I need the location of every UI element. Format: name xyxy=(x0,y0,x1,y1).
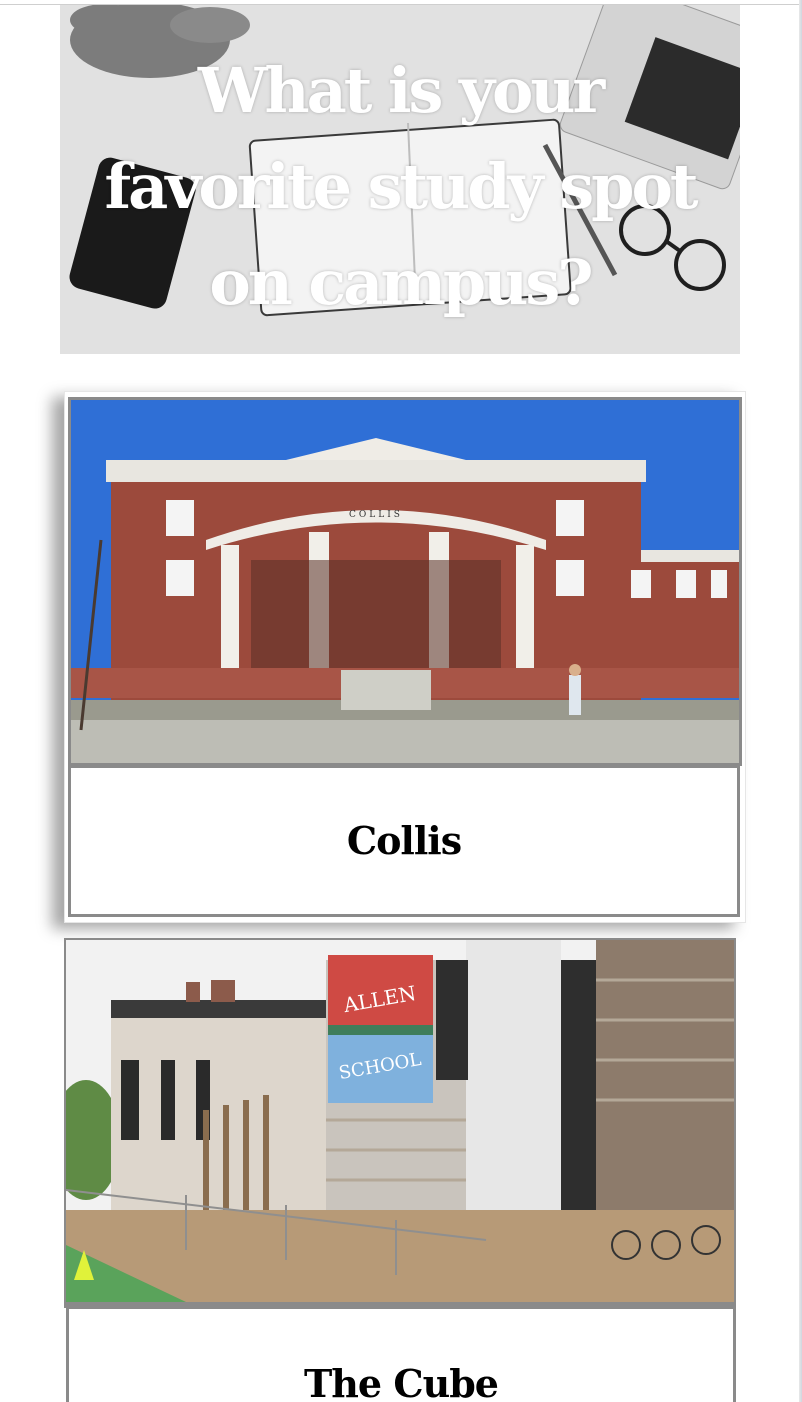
collis-building-sign: COLLIS xyxy=(349,510,403,520)
spot-card-the-cube[interactable]: ALLEN SCHOOL The Cube xyxy=(64,938,736,1402)
hero-banner: What is your favorite study spot on camp… xyxy=(60,5,740,354)
allen-school-building-image: ALLEN SCHOOL xyxy=(66,940,734,1302)
hero-title: What is your favorite study spot on camp… xyxy=(104,54,699,319)
collis-building-image: COLLIS xyxy=(71,400,739,763)
spot-title-collis: Collis xyxy=(68,765,740,917)
cube-photo: ALLEN SCHOOL xyxy=(64,938,736,1308)
page: What is your favorite study spot on camp… xyxy=(0,0,802,1402)
collis-photo: COLLIS xyxy=(68,397,742,766)
spot-title-the-cube: The Cube xyxy=(66,1306,736,1402)
spot-card-collis[interactable]: COLLIS Collis xyxy=(64,391,746,923)
